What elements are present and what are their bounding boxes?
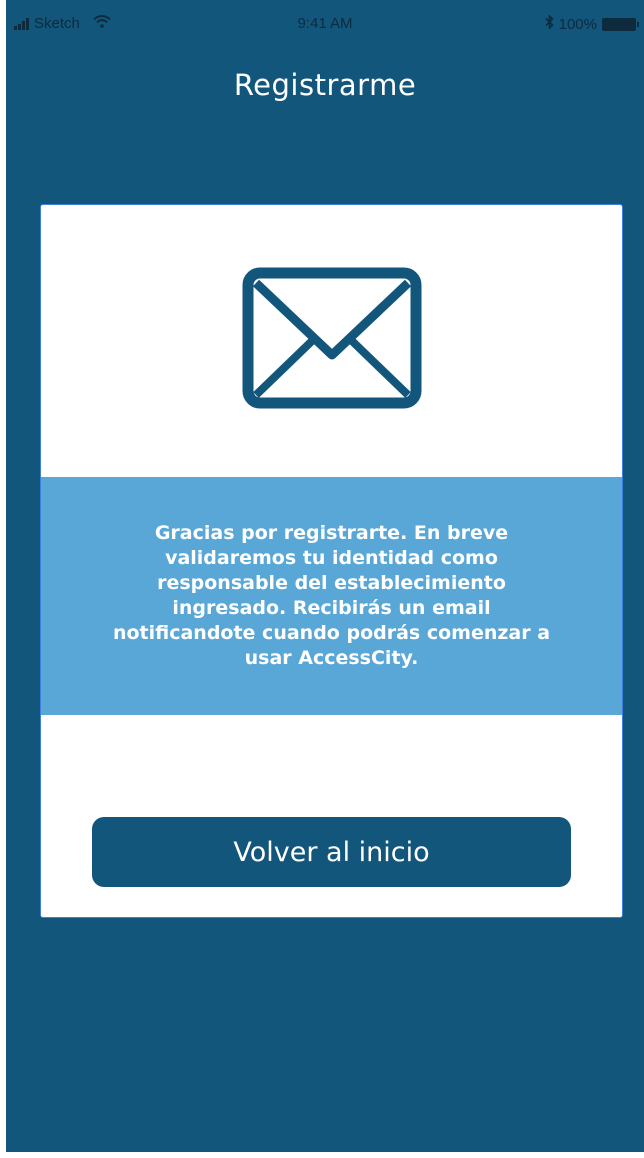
confirmation-message: Gracias por registrarte. En breve valida… <box>112 522 551 669</box>
status-bar: Sketch 9:41 AM 100% <box>6 0 644 44</box>
confirmation-card: Gracias por registrarte. En breve valida… <box>40 204 623 918</box>
page-title: Registrarme <box>233 68 417 102</box>
app-screen: Sketch 9:41 AM 100% Registrarme Gracias … <box>6 0 644 1152</box>
back-to-home-button[interactable]: Volver al inicio <box>92 817 571 887</box>
battery-icon <box>602 17 639 31</box>
envelope-icon <box>242 267 422 409</box>
bluetooth-icon <box>545 14 554 33</box>
battery-percentage: 100% <box>558 15 597 33</box>
message-band: Gracias por registrarte. En breve valida… <box>41 477 622 715</box>
status-right: 100% <box>545 14 639 33</box>
